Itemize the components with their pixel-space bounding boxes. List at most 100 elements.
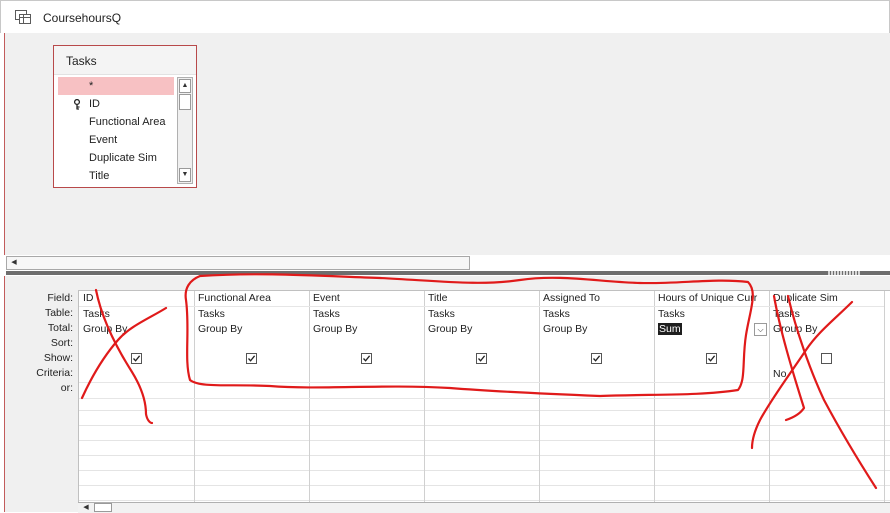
criteria-cell[interactable]: [424, 367, 539, 383]
chevron-down-icon[interactable]: ⌵: [754, 323, 767, 336]
show-cell: [194, 352, 309, 367]
table-cell[interactable]: Tasks: [539, 307, 654, 322]
scroll-thumb[interactable]: [94, 503, 112, 512]
grid-column-id[interactable]: ID Tasks Group By: [79, 291, 195, 503]
row-label-table: Table:: [44, 307, 73, 319]
field-cell[interactable]: ID: [79, 291, 194, 307]
total-cell[interactable]: Group By: [79, 322, 194, 337]
row-label-criteria: Criteria:: [36, 367, 73, 379]
show-checkbox[interactable]: [476, 353, 487, 364]
table-cell[interactable]: Tasks: [424, 307, 539, 322]
sort-cell[interactable]: [769, 337, 884, 352]
sort-cell[interactable]: [539, 337, 654, 352]
show-checkbox[interactable]: [246, 353, 257, 364]
sort-cell[interactable]: [79, 337, 194, 352]
show-checkbox[interactable]: [361, 353, 372, 364]
field-list-item[interactable]: Functional Area: [58, 113, 174, 131]
pane-splitter[interactable]: [6, 271, 890, 275]
sort-cell[interactable]: [194, 337, 309, 352]
field-list-item-label: Title: [89, 170, 110, 182]
table-cell[interactable]: Tasks: [194, 307, 309, 322]
criteria-cell[interactable]: [654, 367, 769, 383]
field-list-item[interactable]: Event: [58, 131, 174, 149]
or-cell[interactable]: [194, 383, 309, 399]
query-design-grid[interactable]: ID Tasks Group By Functional Area Tasks …: [78, 290, 890, 503]
total-cell[interactable]: Group By: [539, 322, 654, 337]
row-label-field: Field:: [47, 292, 73, 304]
criteria-cell[interactable]: [539, 367, 654, 383]
show-checkbox[interactable]: [591, 353, 602, 364]
table-cell[interactable]: Tasks: [769, 307, 884, 322]
total-cell[interactable]: Group By: [194, 322, 309, 337]
total-cell[interactable]: Group By: [309, 322, 424, 337]
table-cell[interactable]: Tasks: [654, 307, 769, 322]
field-cell[interactable]: Duplicate Sim: [769, 291, 884, 307]
grid-column-title[interactable]: Title Tasks Group By: [424, 291, 540, 503]
diagram-horizontal-scrollbar[interactable]: ◀: [6, 256, 470, 270]
field-list-item-label: Event: [89, 134, 118, 146]
total-cell[interactable]: Group By: [424, 322, 539, 337]
criteria-cell[interactable]: [79, 367, 194, 383]
show-checkbox[interactable]: [131, 353, 142, 364]
field-list-item-label: ID: [89, 98, 100, 110]
grid-column-duplicate-sim[interactable]: Duplicate Sim Tasks Group By No: [769, 291, 885, 503]
field-cell[interactable]: Functional Area: [194, 291, 309, 307]
splitter-grip[interactable]: [828, 271, 860, 275]
or-cell[interactable]: [79, 383, 194, 399]
criteria-cell[interactable]: No: [769, 367, 884, 383]
show-cell: [539, 352, 654, 367]
table-field-list-title[interactable]: Tasks: [54, 46, 196, 75]
field-list-scrollbar[interactable]: ▲ ▼: [177, 77, 193, 184]
total-selected-value: Sum: [658, 323, 682, 335]
sort-cell[interactable]: [309, 337, 424, 352]
show-checkbox[interactable]: [821, 353, 832, 364]
table-cell[interactable]: Tasks: [309, 307, 424, 322]
field-list-item[interactable]: Duplicate Sim: [58, 149, 174, 167]
grid-column-event[interactable]: Event Tasks Group By: [309, 291, 425, 503]
field-list-item-label: *: [89, 80, 94, 92]
grid-column-hours-of-unique-curr[interactable]: Hours of Unique Curr Tasks Sum ⌵: [654, 291, 770, 503]
grid-horizontal-scrollbar[interactable]: ◀: [78, 502, 890, 513]
query-icon: [15, 10, 31, 24]
table-cell[interactable]: Tasks: [79, 307, 194, 322]
or-cell[interactable]: [769, 383, 884, 399]
field-cell[interactable]: Title: [424, 291, 539, 307]
row-label-or: or:: [60, 382, 73, 394]
scroll-thumb[interactable]: [179, 94, 191, 110]
or-cell[interactable]: [309, 383, 424, 399]
field-list-item[interactable]: Title: [58, 167, 174, 185]
scroll-down-icon[interactable]: ▼: [179, 168, 191, 182]
total-cell[interactable]: Group By: [769, 322, 884, 337]
field-list-item[interactable]: *: [58, 77, 174, 95]
total-cell[interactable]: Sum ⌵: [654, 322, 769, 337]
criteria-cell[interactable]: [309, 367, 424, 383]
field-list-item[interactable]: ID: [58, 95, 174, 113]
sort-cell[interactable]: [654, 337, 769, 352]
sort-cell[interactable]: [424, 337, 539, 352]
field-list-item-label: Functional Area: [89, 116, 166, 128]
scroll-up-icon[interactable]: ▲: [179, 79, 191, 93]
show-cell: [424, 352, 539, 367]
table-field-list[interactable]: Tasks * ID Functional Area Event Duplica…: [53, 45, 197, 188]
scroll-left-icon[interactable]: ◀: [8, 258, 20, 268]
field-list: * ID Functional Area Event Duplicate Sim…: [58, 77, 174, 185]
field-cell[interactable]: Hours of Unique Curr: [654, 291, 769, 307]
row-label-sort: Sort:: [50, 337, 73, 349]
criteria-cell[interactable]: [194, 367, 309, 383]
or-cell[interactable]: [424, 383, 539, 399]
field-list-item-label: Duplicate Sim: [89, 152, 157, 164]
row-label-show: Show:: [43, 352, 73, 364]
or-cell[interactable]: [539, 383, 654, 399]
show-checkbox[interactable]: [706, 353, 717, 364]
grid-column-functional-area[interactable]: Functional Area Tasks Group By: [194, 291, 310, 503]
show-cell: [79, 352, 194, 367]
field-cell[interactable]: Event: [309, 291, 424, 307]
document-tab[interactable]: CoursehoursQ: [0, 0, 890, 33]
show-cell: [654, 352, 769, 367]
row-label-total: Total:: [47, 322, 73, 334]
design-grid-row-labels: Field: Table: Total: Sort: Show: Criteri…: [8, 291, 73, 396]
grid-column-assigned-to[interactable]: Assigned To Tasks Group By: [539, 291, 655, 503]
show-cell: [769, 352, 884, 367]
field-cell[interactable]: Assigned To: [539, 291, 654, 307]
or-cell[interactable]: [654, 383, 769, 399]
